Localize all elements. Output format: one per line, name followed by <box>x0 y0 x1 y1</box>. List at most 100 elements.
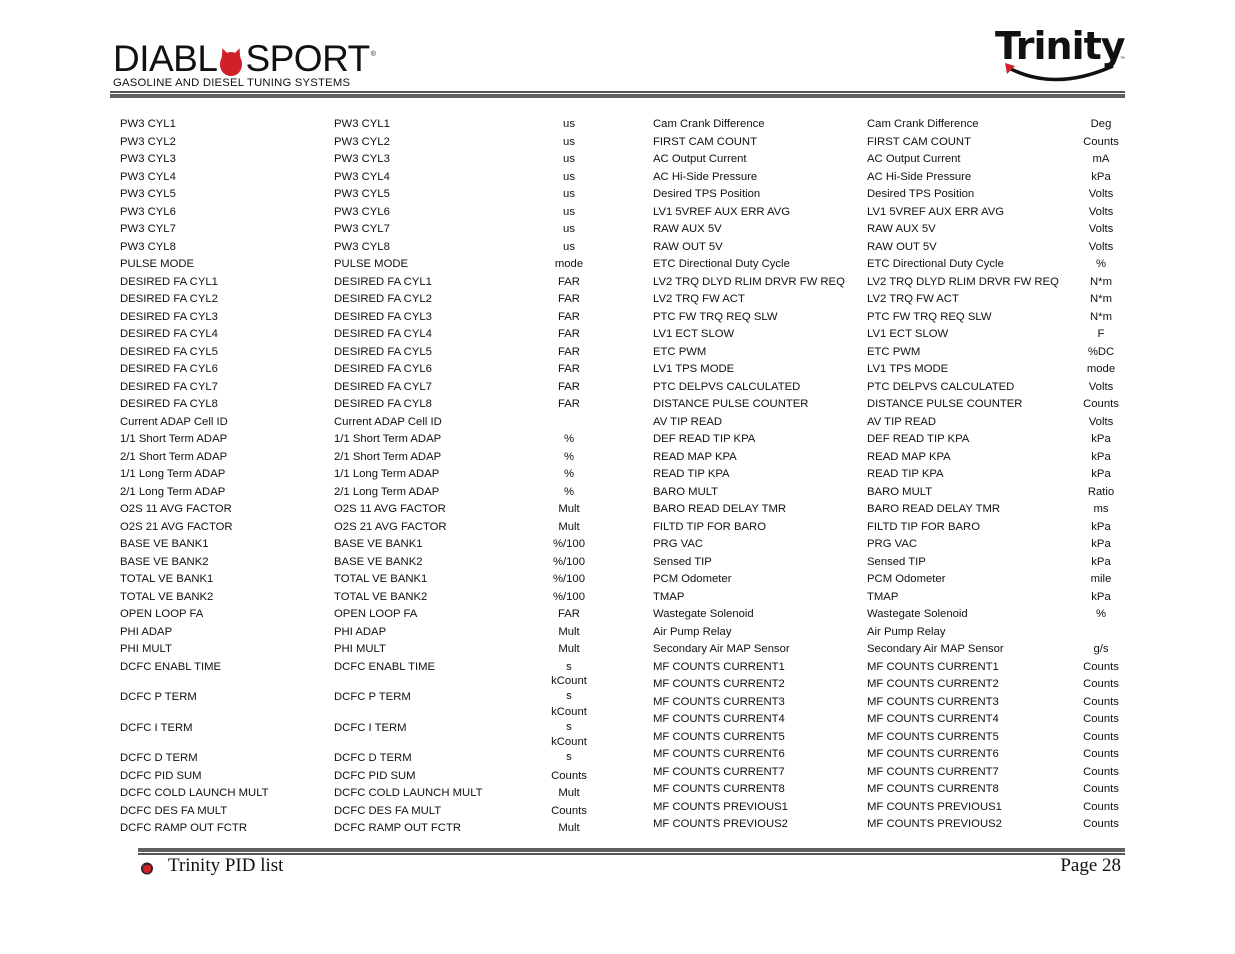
table-row: PHI MULT PHI MULT Mult <box>120 641 620 659</box>
pid-unit: mile <box>1090 573 1112 585</box>
table-row: LV2 TRQ DLYD RLIM DRVR FW REQ LV2 TRQ DLY… <box>653 274 1153 292</box>
pid-display-name: PW3 CYL5 <box>334 188 390 200</box>
pid-display-name: DESIRED FA CYL6 <box>334 363 432 375</box>
table-row: DESIRED FA CYL6 DESIRED FA CYL6 FAR <box>120 361 620 379</box>
pid-display-name: PW3 CYL4 <box>334 170 390 183</box>
pid-unit: N*m <box>1090 310 1112 323</box>
table-row: DESIRED FA CYL5 DESIRED FA CYL5 FAR <box>120 344 620 362</box>
pid-unit: kPa <box>1091 433 1111 445</box>
pid-unit: % <box>1095 608 1107 620</box>
pid-name: READ TIP KPA <box>653 468 730 480</box>
pid-name: FILTD TIP FOR BARO <box>653 520 766 533</box>
diablosport-tagline: GASOLINE AND DIESEL TUNING SYSTEMS <box>113 77 351 89</box>
pid-unit: %/100 <box>552 555 586 568</box>
table-row: BASE VE BANK2 BASE VE BANK2 %/100 <box>120 554 620 572</box>
pid-unit: kPa <box>1091 520 1111 533</box>
table-row: PW3 CYL6 PW3 CYL6 us <box>120 204 620 222</box>
pid-name: ETC PWM <box>653 345 707 358</box>
pid-unit: Counts <box>551 804 587 817</box>
pid-unit: Mult <box>558 643 580 655</box>
pid-display-name: RAW AUX 5V <box>867 223 936 235</box>
table-row: DCFC COLD LAUNCH MULT DCFC COLD LAUNCH MU… <box>120 785 620 803</box>
pid-unit: FAR <box>558 608 580 620</box>
pid-display-name: PW3 CYL8 <box>334 240 390 253</box>
pid-display-name: READ TIP KPA <box>867 468 944 480</box>
pid-display-name: DCFC I TERM <box>334 721 407 734</box>
pid-unit: Counts <box>1083 818 1119 830</box>
pid-unit: Counts <box>1083 713 1119 725</box>
pid-display-name: DESIRED FA CYL3 <box>334 310 432 323</box>
pid-unit: FAR <box>558 398 580 410</box>
pid-display-name: BASE VE BANK2 <box>334 555 423 568</box>
pid-unit: Volts <box>1088 415 1114 428</box>
table-row: Wastegate Solenoid Wastegate Solenoid% <box>653 606 1153 624</box>
footer-divider <box>138 848 1125 855</box>
pid-unit: Counts <box>1083 765 1119 778</box>
pid-unit: Volts <box>1088 380 1114 393</box>
table-row: PW3 CYL4 PW3 CYL4 us <box>120 169 620 187</box>
table-row: MF COUNTS CURRENT3 MF COUNTS CURRENT3 Coun… <box>653 694 1153 712</box>
pid-display-name: 1/1 Long Term ADAP <box>334 468 440 480</box>
table-row: O2S 11 AVG FACTOR O2S 11 AVG FACTOR Mult <box>120 501 620 519</box>
pid-name: READ MAP KPA <box>653 450 737 463</box>
pid-unit: us <box>563 223 575 235</box>
pid-unit: mode <box>1086 363 1116 375</box>
pid-unit: ms <box>1093 503 1109 515</box>
pid-name: LV1 TPS MODE <box>653 363 735 375</box>
pid-display-name: PTC DELPVS CALCULATED <box>867 380 1015 393</box>
pid-unit: FAR <box>558 380 580 393</box>
pid-name: O2S 11 AVG FACTOR <box>120 503 232 515</box>
pid-display-name: Air Pump Relay <box>867 625 946 638</box>
pid-display-name: MF COUNTS PREVIOUS2 <box>867 818 1002 830</box>
pid-name: DEF READ TIP KPA <box>653 433 756 445</box>
pid-unit: Counts <box>1083 398 1119 410</box>
pid-unit: us <box>563 118 575 130</box>
pid-display-name: FILTD TIP FOR BARO <box>867 520 980 533</box>
pid-display-name: DCFC ENABL TIME <box>334 660 436 673</box>
table-row: Cam Crank Difference Cam Crank Difference… <box>653 116 1153 134</box>
pid-display-name: DISTANCE PULSE COUNTER <box>867 398 1023 410</box>
pid-unit: kPa <box>1091 590 1111 603</box>
pid-display-name: AC Output Current <box>867 153 961 165</box>
pid-display-name: DESIRED FA CYL1 <box>334 275 432 288</box>
pid-unit: Volts <box>1088 240 1114 253</box>
pid-unit: % <box>563 450 575 463</box>
header-divider <box>110 91 1125 98</box>
pid-display-name: ETC Directional Duty Cycle <box>867 258 1004 270</box>
table-row: Current ADAP Cell ID Current ADAP Cell ID <box>120 414 620 432</box>
pid-unit: Counts <box>1083 748 1119 760</box>
pid-unit: us <box>563 205 575 218</box>
pid-display-name: O2S 11 AVG FACTOR <box>334 503 446 515</box>
table-row: READ TIP KPA READ TIP KPA kPa <box>653 466 1153 484</box>
pid-name: LV2 TRQ FW ACT <box>653 293 745 305</box>
pid-name: Desired TPS Position <box>653 188 761 200</box>
pid-unit: Mult <box>558 787 580 799</box>
table-row: DCFC RAMP OUT FCTR DCFC RAMP OUT FCTR Mult <box>120 820 620 838</box>
pid-unit: Mult <box>558 625 580 638</box>
pid-name: PCM Odometer <box>653 573 732 585</box>
pid-display-name: PCM Odometer <box>867 573 946 585</box>
pid-unit: us <box>563 240 575 253</box>
pid-unit: Counts <box>1083 678 1119 690</box>
pid-display-name: LV1 TPS MODE <box>867 363 949 375</box>
table-row: FILTD TIP FOR BARO FILTD TIP FOR BARO kPa <box>653 519 1153 537</box>
pid-display-name: DESIRED FA CYL4 <box>334 328 432 340</box>
table-row: 2/1 Long Term ADAP 2/1 Long Term ADAP% <box>120 484 620 502</box>
pid-unit: Volts <box>1088 188 1114 200</box>
pid-display-name: TMAP <box>867 590 899 603</box>
pid-display-name: PHI MULT <box>334 643 386 655</box>
pid-display-name: OPEN LOOP FA <box>334 608 418 620</box>
pid-unit-line: kCount <box>551 736 587 748</box>
pid-display-name: MF COUNTS CURRENT4 <box>867 713 999 725</box>
table-row: PW3 CYL5 PW3 CYL5 us <box>120 186 620 204</box>
diablosport-wordmark: DIABL SPORT ® <box>113 38 376 77</box>
pid-display-name: PHI ADAP <box>334 625 387 638</box>
pid-name: PW3 CYL2 <box>120 135 176 148</box>
pid-display-name: DCFC COLD LAUNCH MULT <box>334 787 483 799</box>
pid-display-name: BARO READ DELAY TMR <box>867 503 1001 515</box>
pid-unit: Counts <box>1083 695 1119 708</box>
table-row: BARO READ DELAY TMR BARO READ DELAY TMR ms <box>653 501 1153 519</box>
table-row: READ MAP KPA READ MAP KPA kPa <box>653 449 1153 467</box>
pid-unit: N*m <box>1090 275 1112 288</box>
pid-name: TMAP <box>653 590 685 603</box>
